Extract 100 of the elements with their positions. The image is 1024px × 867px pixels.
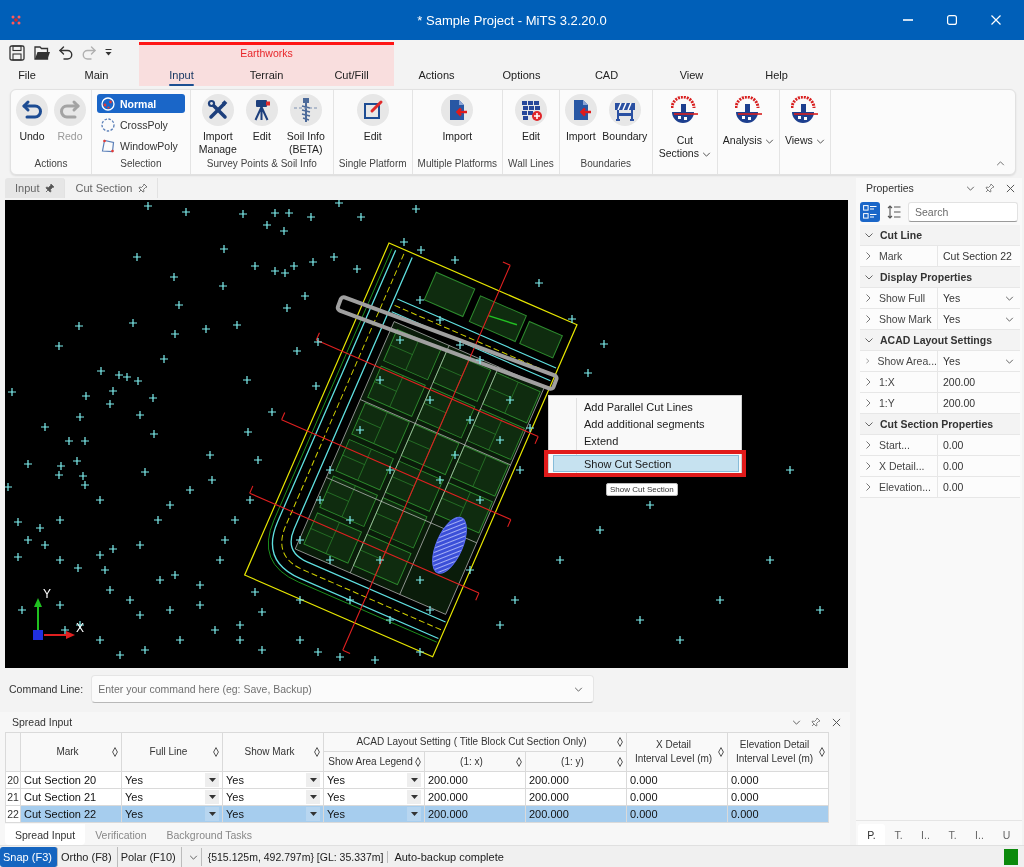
dropdown-cell[interactable]: Yes — [222, 788, 324, 806]
ribbon-dropdown-button[interactable]: Cut Sections — [655, 93, 714, 160]
column-header[interactable]: Mark — [20, 732, 122, 772]
document-tab[interactable]: Input — [5, 178, 66, 198]
property-value[interactable]: 0.00 — [938, 477, 1020, 497]
property-name[interactable]: Elevation... — [860, 477, 938, 497]
table-row[interactable]: 22 Cut Section 22 Yes Yes Yes 200.000 200.000 0.000 0.000 — [5, 805, 829, 823]
chevron-right-icon — [866, 399, 871, 407]
ribbon-button[interactable]: Soil Info (BETA) — [281, 93, 330, 156]
property-value[interactable]: 0.00 — [938, 456, 1020, 476]
ribbon-dropdown-button[interactable]: Analysis — [720, 93, 776, 147]
undo-icon[interactable] — [59, 45, 73, 60]
pin-button[interactable] — [810, 716, 822, 728]
command-combobox[interactable]: Enter your command here (eg: Save, Backup) — [91, 675, 595, 703]
command-input[interactable]: Enter your command here (eg: Save, Backup) — [98, 681, 575, 697]
panel-tab[interactable]: U — [993, 824, 1020, 845]
property-dropdown[interactable]: Yes — [938, 351, 1020, 371]
ribbon-tab[interactable]: Input — [139, 63, 224, 86]
property-category[interactable]: Cut Section Properties — [860, 414, 1020, 435]
cad-viewport[interactable]: Y X Add Parallel Cut Lines Add additional segments Extend Show Cut Section Show Cut Section — [5, 200, 848, 668]
property-dropdown[interactable]: Yes — [938, 288, 1020, 308]
toggle-button[interactable]: Ortho (F8) — [57, 847, 118, 867]
panel-tab[interactable]: T. — [939, 824, 966, 845]
folder-icon[interactable] — [34, 45, 50, 60]
property-name[interactable]: Mark — [860, 246, 938, 266]
ribbon-tab[interactable]: Help — [734, 63, 819, 86]
toggle-button[interactable]: Polar (F10) — [117, 847, 182, 867]
group-label: Single Platform — [337, 157, 408, 171]
selection-mode-option[interactable]: Normal — [97, 94, 185, 113]
panel-tab[interactable]: I.. — [912, 824, 939, 845]
ribbon-tab[interactable]: Terrain — [224, 63, 309, 86]
property-category[interactable]: Display Properties — [860, 267, 1020, 288]
menu-item[interactable]: Extend — [553, 432, 739, 449]
ribbon-tab[interactable]: Actions — [394, 63, 479, 86]
ribbon-button[interactable]: Import — [439, 93, 476, 143]
collapse-ribbon-button[interactable] — [996, 161, 1005, 166]
property-value[interactable]: 200.00 — [938, 393, 1020, 413]
ribbon-tab[interactable]: CAD — [564, 63, 649, 86]
property-dropdown[interactable]: Yes — [938, 309, 1020, 329]
property-name[interactable]: Start... — [860, 435, 938, 455]
property-category[interactable]: ACAD Layout Settings — [860, 330, 1020, 351]
save-icon[interactable] — [9, 44, 25, 61]
ribbon-button[interactable]: Edit — [354, 93, 391, 143]
ribbon-button[interactable]: Undo — [14, 93, 50, 143]
ribbon-button[interactable]: Boundary — [600, 93, 649, 143]
search-field[interactable]: Search — [908, 202, 1018, 222]
ribbon-tab[interactable]: Options — [479, 63, 564, 86]
dropdown-cell[interactable]: Yes — [222, 771, 324, 789]
categorized-view-button[interactable] — [860, 202, 880, 222]
panel-tab[interactable]: P. — [858, 824, 885, 845]
pin-button[interactable] — [984, 182, 996, 194]
property-name[interactable]: Show Mark — [860, 309, 938, 329]
dropdown-cell[interactable]: Yes — [121, 788, 223, 806]
dropdown-cell[interactable]: Yes — [121, 771, 223, 789]
property-name[interactable]: 1:X — [860, 372, 938, 392]
property-name[interactable]: 1:Y — [860, 393, 938, 413]
toggle-button[interactable]: Snap (F3) — [0, 847, 58, 867]
property-name[interactable]: X Detail... — [860, 456, 938, 476]
column-header[interactable]: Show Mark — [222, 732, 324, 772]
menu-item[interactable]: Add Parallel Cut Lines — [553, 398, 739, 415]
site-plan[interactable] — [243, 242, 578, 658]
ribbon-button[interactable]: Edit — [243, 93, 280, 143]
menu-item[interactable]: Show Cut Section — [553, 455, 739, 472]
customize-icon[interactable] — [105, 49, 112, 56]
panel-tab[interactable]: T. — [885, 824, 912, 845]
ribbon-dropdown-button[interactable]: Views — [782, 93, 827, 147]
column-header[interactable]: Elevation Detail Interval Level (m) — [727, 732, 829, 772]
property-category[interactable]: Cut Line — [860, 225, 1020, 246]
column-header[interactable]: Full Line — [121, 732, 223, 772]
window-title: * Sample Project - MiTS 3.2.20.0 — [416, 12, 608, 28]
close-button[interactable] — [1004, 182, 1016, 194]
panel-tab[interactable]: Verification — [85, 824, 157, 845]
property-name[interactable]: Show Area... — [860, 351, 938, 371]
panel-tab[interactable]: Background Tasks — [156, 824, 263, 845]
property-name[interactable]: Show Full — [860, 288, 938, 308]
ribbon-tab[interactable]: File — [0, 63, 54, 86]
ribbon-button[interactable]: Import Manage — [193, 93, 242, 156]
ribbon-tab[interactable]: Main — [54, 63, 139, 86]
ribbon-button[interactable]: Import — [562, 93, 599, 143]
ribbon-tab[interactable]: Cut/Fill — [309, 63, 394, 86]
document-tab[interactable]: Cut Section — [65, 178, 159, 198]
property-value[interactable]: Cut Section 22 — [938, 246, 1020, 266]
chevron-right-icon — [866, 378, 871, 386]
column-group-header[interactable]: ACAD Layout Setting ( Title Block Cut Section Only) — [323, 732, 627, 752]
ribbon-button[interactable]: Edit — [512, 93, 549, 143]
ribbon-tab[interactable]: View — [649, 63, 734, 86]
column-header[interactable]: X Detail Interval Level (m) — [626, 732, 728, 772]
close-button[interactable] — [830, 716, 842, 728]
dropdown-cell[interactable]: Yes — [323, 788, 425, 806]
selection-mode-option[interactable]: WindowPoly — [97, 136, 185, 155]
selected-cut-line[interactable] — [334, 294, 560, 392]
property-value[interactable]: 200.00 — [938, 372, 1020, 392]
panel-tab[interactable]: Spread Input — [5, 824, 86, 845]
menu-item[interactable]: Add additional segments — [553, 415, 739, 432]
dropdown-cell[interactable]: Yes — [323, 771, 425, 789]
selection-mode-option[interactable]: CrossPoly — [97, 115, 185, 134]
table-row[interactable]: 21 Cut Section 21 Yes Yes Yes 200.000 200.000 0.000 0.000 — [5, 788, 829, 806]
property-value[interactable]: 0.00 — [938, 435, 1020, 455]
panel-tab[interactable]: I.. — [966, 824, 993, 845]
table-row[interactable]: 20 Cut Section 20 Yes Yes Yes 200.000 200.000 0.000 0.000 — [5, 771, 829, 789]
